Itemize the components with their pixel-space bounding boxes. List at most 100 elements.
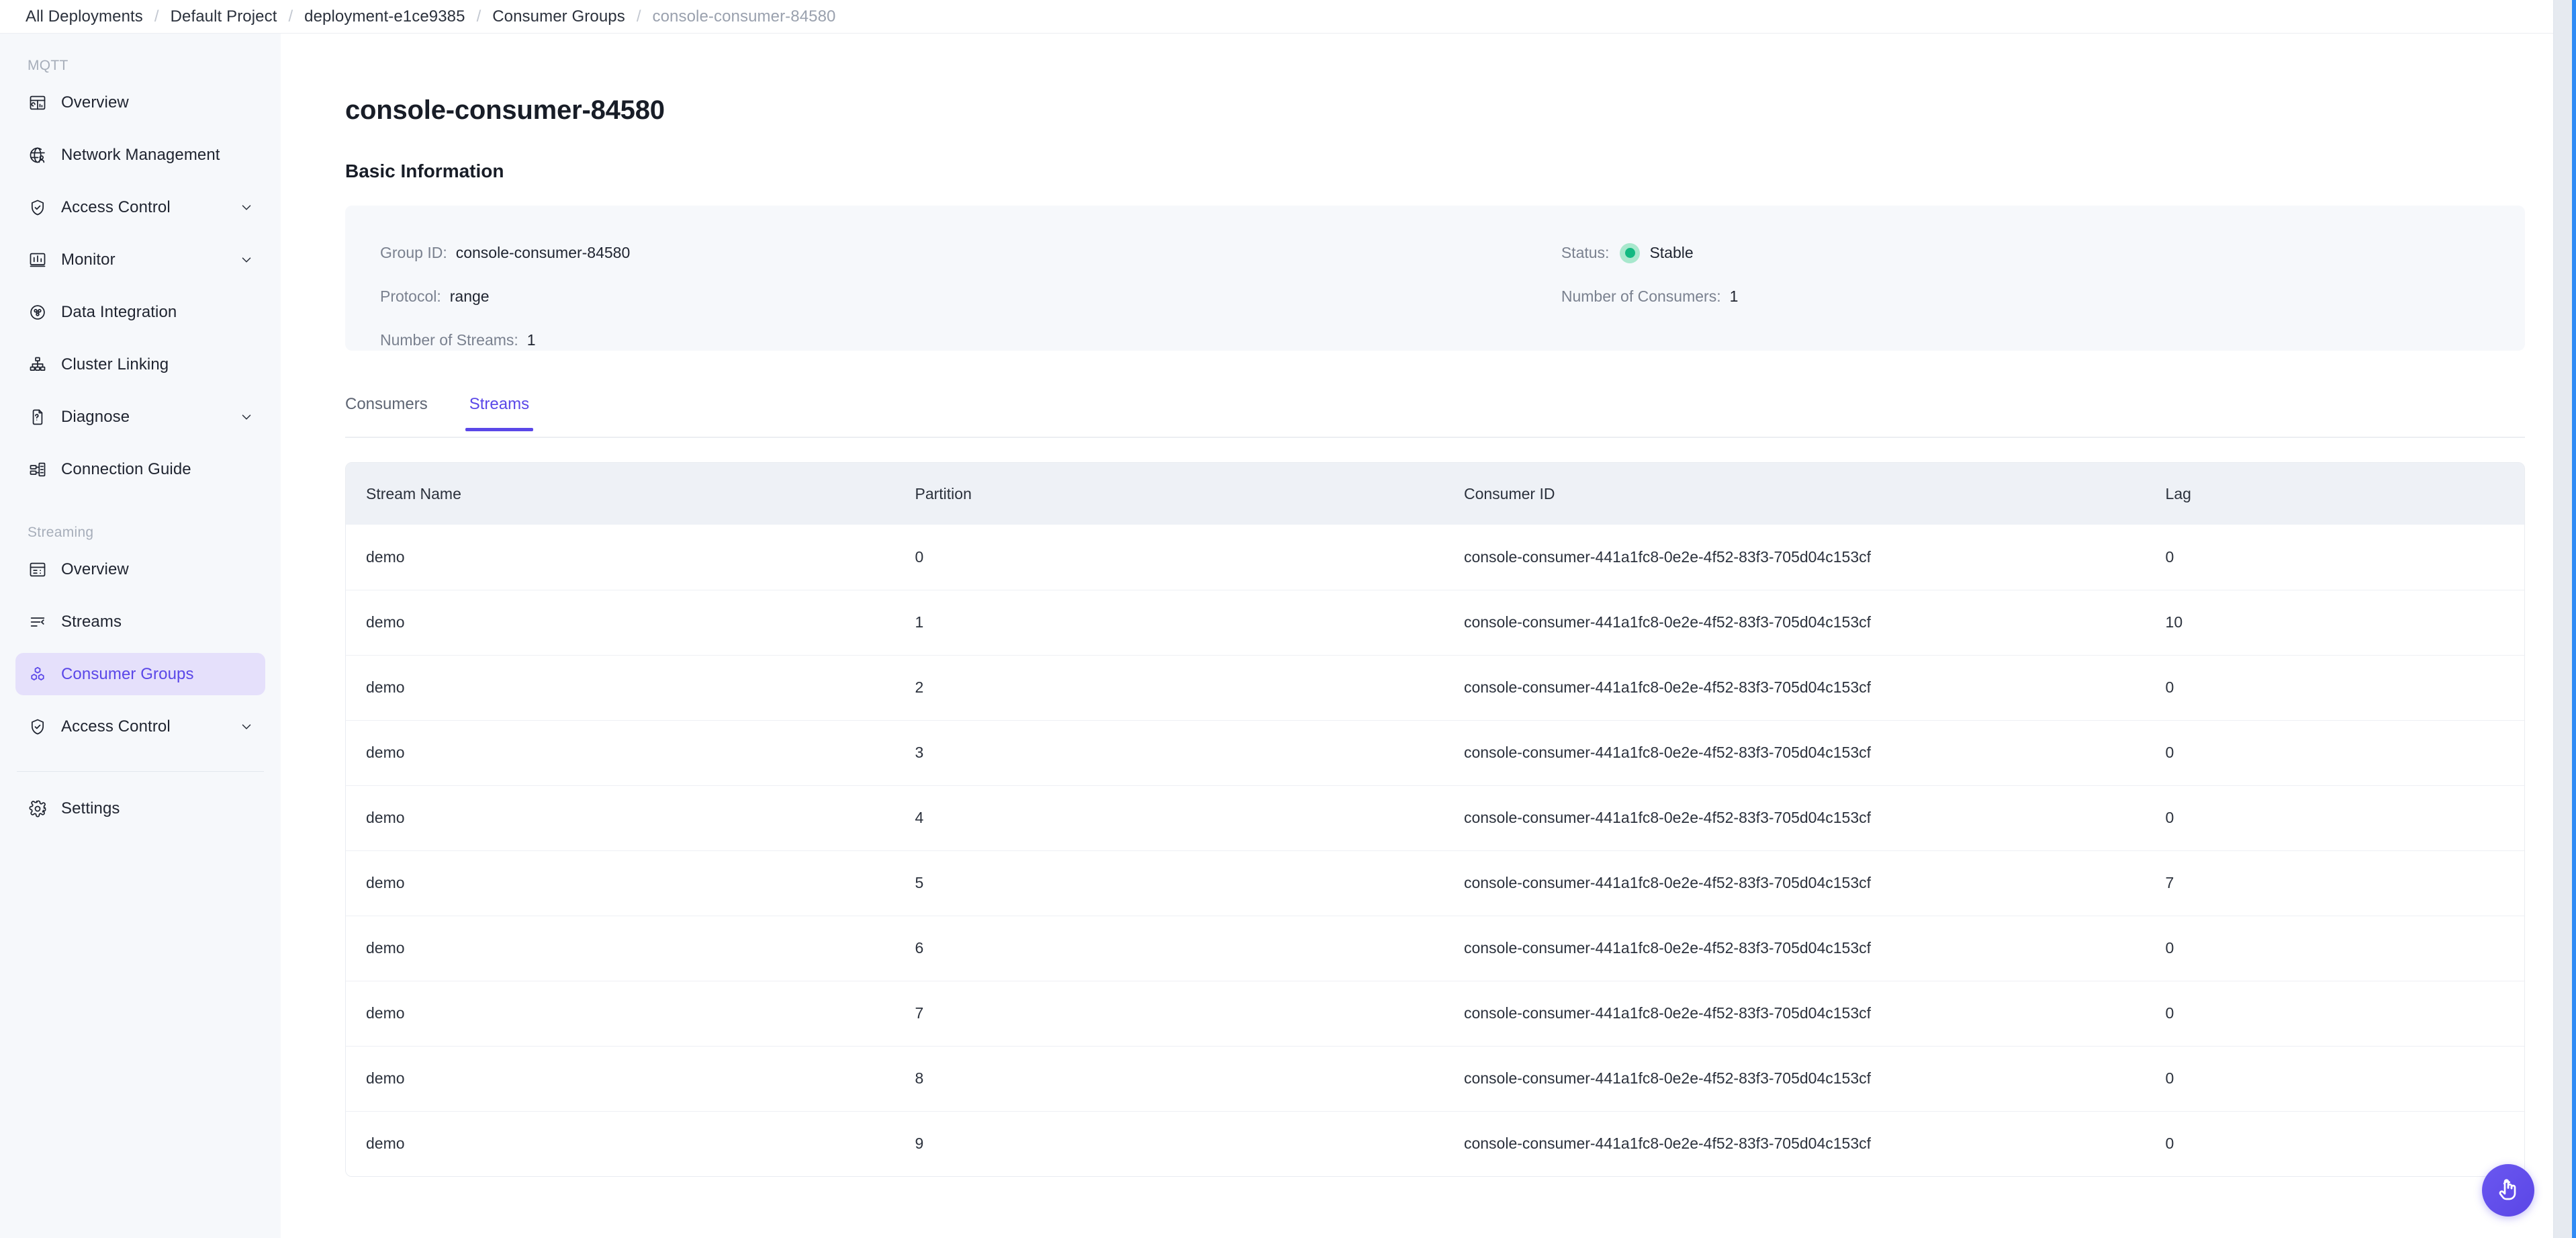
info-row: Number of Consumers: 1 [1561, 275, 2525, 318]
info-key: Group ID: [380, 244, 447, 261]
cell-lag: 0 [2145, 525, 2524, 590]
cell-partition: 1 [894, 589, 1444, 655]
breadcrumb-separator: / [288, 7, 293, 26]
cell-partition: 7 [894, 980, 1444, 1046]
info-key: Status: [1561, 244, 1610, 261]
cell-consumer-id: console-consumer-441a1fc8-0e2e-4f52-83f3… [1443, 1045, 2146, 1111]
breadcrumb-item-4: console-consumer-84580 [652, 7, 836, 26]
cell-stream-name: demo [346, 1110, 895, 1176]
breadcrumb-item-3[interactable]: Consumer Groups [492, 7, 625, 26]
breadcrumb-item-2[interactable]: deployment-e1ce9385 [304, 7, 465, 26]
info-value: 1 [526, 331, 536, 349]
cell-consumer-id: console-consumer-441a1fc8-0e2e-4f52-83f3… [1443, 850, 2146, 916]
cell-lag: 0 [2145, 785, 2524, 850]
table-row[interactable]: demo 1 console-consumer-441a1fc8-0e2e-4f52… [346, 589, 2524, 655]
cell-consumer-id: console-consumer-441a1fc8-0e2e-4f52-83f3… [1443, 719, 2146, 785]
cell-stream-name: demo [346, 654, 895, 720]
cell-partition: 8 [894, 1045, 1444, 1111]
pointing-hand-icon [2495, 1176, 2522, 1206]
info-key: Number of Streams: [380, 331, 518, 349]
tab-streams[interactable]: Streams [465, 395, 534, 431]
status-badge: Stable [1649, 244, 1694, 261]
breadcrumb-separator: / [476, 7, 481, 26]
info-value: 1 [1729, 288, 1739, 305]
cubes-icon [28, 664, 48, 684]
sidebar-item-label: Cluster Linking [61, 355, 169, 373]
chevron-down-icon[interactable] [239, 253, 254, 267]
table-row[interactable]: demo 6 console-consumer-441a1fc8-0e2e-4f52… [346, 915, 2524, 981]
chevron-down-icon[interactable] [239, 200, 254, 215]
sidebar-item-access-control[interactable]: Access Control [15, 186, 265, 228]
sidebar-item-data-integration[interactable]: Data Integration [15, 291, 265, 333]
sidebar-item-network-management[interactable]: Network Management [15, 134, 265, 176]
sidebar-item-label: Network Management [61, 145, 220, 164]
table-row[interactable]: demo 9 console-consumer-441a1fc8-0e2e-4f52… [346, 1110, 2524, 1176]
sidebar-item-monitor[interactable]: Monitor [15, 238, 265, 281]
sidebar-divider [17, 771, 264, 772]
table-row[interactable]: demo 0 console-consumer-441a1fc8-0e2e-4f52… [346, 525, 2524, 590]
sidebar-item-streams[interactable]: Streams [15, 601, 265, 643]
column-header-lag: Lag [2145, 463, 2524, 525]
dashboard-icon [28, 93, 48, 113]
window-focus-edge [2572, 0, 2576, 1238]
cell-stream-name: demo [346, 719, 895, 785]
cell-partition: 6 [894, 915, 1444, 981]
sidebar-item-settings[interactable]: Settings [15, 787, 265, 830]
sidebar-item-diagnose[interactable]: Diagnose [15, 396, 265, 438]
gear-icon [28, 799, 48, 819]
status-indicator-icon [1620, 242, 1641, 263]
data-flow-icon [28, 302, 48, 322]
bar-chart-icon [28, 250, 48, 270]
sidebar-item-connection-guide[interactable]: Connection Guide [15, 448, 265, 490]
tab-consumers[interactable]: Consumers [345, 395, 428, 430]
table-row[interactable]: demo 7 console-consumer-441a1fc8-0e2e-4f52… [346, 980, 2524, 1046]
stream-lines-icon [28, 612, 48, 632]
floating-action-button[interactable] [2482, 1164, 2534, 1217]
sidebar: MQTT Overview Network Management Access Con… [0, 34, 281, 1238]
chevron-down-icon[interactable] [239, 410, 254, 425]
sidebar-item-label: Diagnose [61, 407, 130, 426]
cell-stream-name: demo [346, 915, 895, 981]
info-row: Status: Stable [1561, 231, 2525, 275]
sidebar-group-label-streaming: Streaming [28, 525, 94, 540]
table-row[interactable]: demo 4 console-consumer-441a1fc8-0e2e-4f52… [346, 785, 2524, 850]
sidebar-item-overview[interactable]: Overview [15, 548, 265, 590]
sidebar-item-cluster-linking[interactable]: Cluster Linking [15, 343, 265, 386]
chevron-down-icon[interactable] [239, 719, 254, 734]
breadcrumb: All Deployments / Default Project / deployme… [0, 0, 2576, 34]
sitemap-icon [28, 355, 48, 375]
cell-consumer-id: console-consumer-441a1fc8-0e2e-4f52-83f3… [1443, 654, 2146, 720]
status-dot [1624, 248, 1635, 258]
sidebar-item-label: Overview [61, 93, 129, 112]
cell-stream-name: demo [346, 785, 895, 850]
cell-consumer-id: console-consumer-441a1fc8-0e2e-4f52-83f3… [1443, 525, 2146, 590]
cell-consumer-id: console-consumer-441a1fc8-0e2e-4f52-83f3… [1443, 915, 2146, 981]
layout-icon [28, 560, 48, 580]
column-header-consumer-id: Consumer ID [1443, 463, 2146, 525]
table-row[interactable]: demo 5 console-consumer-441a1fc8-0e2e-4f52… [346, 850, 2524, 916]
cell-lag: 7 [2145, 850, 2524, 916]
cell-stream-name: demo [346, 589, 895, 655]
sidebar-item-label: Data Integration [61, 302, 177, 321]
sidebar-item-consumer-groups[interactable]: Consumer Groups [15, 653, 265, 695]
sidebar-item-access-control[interactable]: Access Control [15, 705, 265, 748]
cell-lag: 0 [2145, 915, 2524, 981]
sidebar-item-label: Monitor [61, 250, 116, 269]
sidebar-item-overview[interactable]: Overview [15, 81, 265, 124]
main-content: console-consumer-84580 Basic Information… [281, 34, 2576, 1238]
info-value: console-consumer-84580 [455, 244, 631, 261]
streams-table: Stream Name Partition Consumer ID Lag demo 0… [346, 463, 2524, 1176]
sidebar-group-label-mqtt: MQTT [28, 58, 68, 73]
table-body: demo 0 console-consumer-441a1fc8-0e2e-4f52… [346, 525, 2524, 1176]
cell-lag: 0 [2145, 980, 2524, 1046]
table-row[interactable]: demo 8 console-consumer-441a1fc8-0e2e-4f52… [346, 1045, 2524, 1111]
cell-consumer-id: console-consumer-441a1fc8-0e2e-4f52-83f3… [1443, 1110, 2146, 1176]
streams-table-container: Stream Name Partition Consumer ID Lag demo 0… [345, 462, 2525, 1177]
breadcrumb-item-1[interactable]: Default Project [171, 7, 277, 26]
breadcrumb-item-0[interactable]: All Deployments [26, 7, 143, 26]
cell-stream-name: demo [346, 850, 895, 916]
table-row[interactable]: demo 3 console-consumer-441a1fc8-0e2e-4f52… [346, 719, 2524, 785]
connection-icon [28, 459, 48, 480]
info-row: Protocol: range [380, 275, 1522, 318]
table-row[interactable]: demo 2 console-consumer-441a1fc8-0e2e-4f52… [346, 654, 2524, 720]
